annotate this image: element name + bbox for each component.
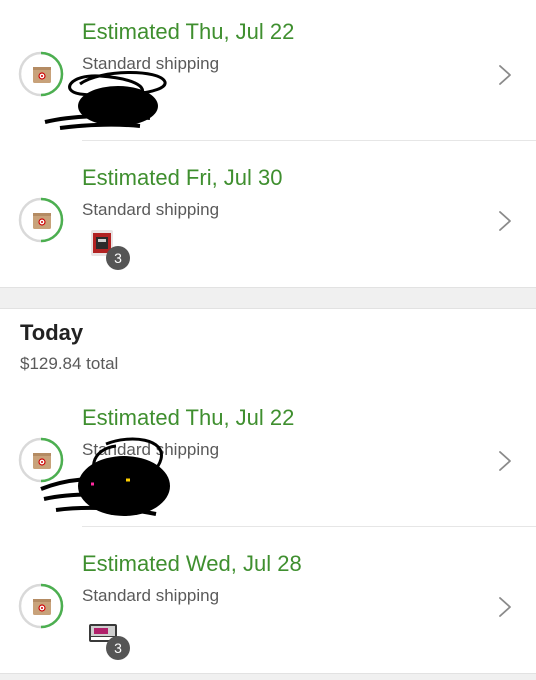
shipping-method: Standard shipping (82, 200, 220, 219)
section-separator (0, 673, 536, 680)
shipping-method: Standard shipping (82, 54, 220, 73)
item-thumbnail-stack: 3 (88, 228, 132, 270)
item-count-badge: 3 (106, 636, 130, 660)
chevron-right-icon (499, 65, 511, 85)
estimated-delivery-date: Estimated Fri, Jul 30 (82, 165, 283, 190)
section-separator (0, 287, 536, 309)
chevron-right-icon (499, 451, 511, 471)
estimated-delivery-date: Estimated Thu, Jul 22 (82, 405, 295, 430)
order-group-total: $129.84 total (20, 354, 119, 373)
shipment-row[interactable]: Estimated Thu, Jul 22 Standard shipping (0, 0, 536, 141)
package-box-icon (33, 67, 51, 83)
shipment-row[interactable]: Estimated Thu, Jul 22 Standard shipping (0, 386, 536, 527)
orders-list: Estimated Thu, Jul 22 Standard shipping … (0, 0, 536, 680)
item-thumbnail-stack: 3 (88, 618, 132, 660)
chevron-right-icon (499, 597, 511, 617)
shipping-method: Standard shipping (82, 586, 220, 605)
item-count-badge: 3 (106, 246, 130, 270)
row-divider (82, 526, 536, 527)
row-divider (82, 140, 536, 141)
order-group-title: Today (20, 320, 84, 345)
shipment-row[interactable]: Estimated Wed, Jul 28 Standard shipping … (0, 532, 536, 673)
package-box-icon (33, 453, 51, 469)
chevron-right-icon (499, 211, 511, 231)
estimated-delivery-date: Estimated Wed, Jul 28 (82, 551, 302, 576)
shipping-method: Standard shipping (82, 440, 220, 459)
package-box-icon (33, 213, 51, 229)
package-box-icon (33, 599, 51, 615)
shipment-row[interactable]: Estimated Fri, Jul 30 Standard shipping … (0, 146, 536, 287)
estimated-delivery-date: Estimated Thu, Jul 22 (82, 19, 295, 44)
